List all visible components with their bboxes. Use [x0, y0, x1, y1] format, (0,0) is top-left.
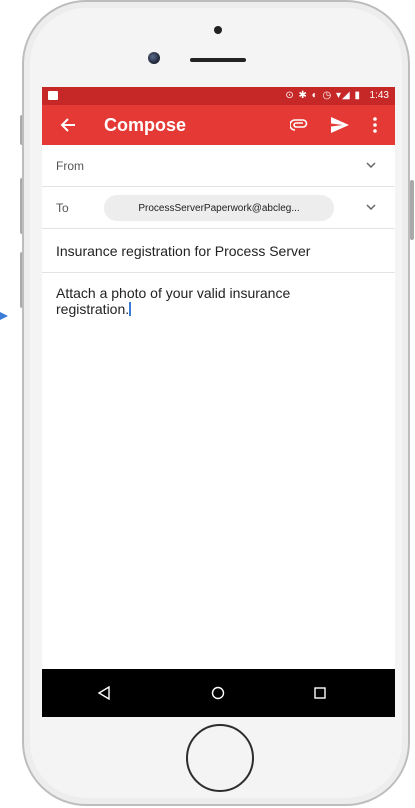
chevron-down-icon[interactable] [365, 201, 377, 213]
status-bar: ⊙ ✱ ◐ ◷ ▾◢ ▮ 1:43 [42, 87, 395, 105]
send-icon[interactable] [330, 115, 350, 135]
status-time: 1:43 [369, 90, 389, 101]
pointer-arrow-icon [0, 312, 8, 320]
back-arrow-icon[interactable] [58, 115, 78, 135]
subject-field[interactable]: Insurance registration for Process Serve… [56, 243, 310, 259]
recipient-chip[interactable]: ProcessServerPaperwork@abcleg... [104, 195, 334, 221]
home-button[interactable] [186, 724, 254, 792]
from-label: From [56, 159, 84, 173]
chevron-down-icon[interactable] [365, 159, 377, 171]
attach-icon[interactable] [289, 115, 309, 135]
subject-row[interactable]: Insurance registration for Process Serve… [42, 229, 395, 273]
page-title: Compose [104, 115, 187, 135]
proximity-sensor [214, 26, 222, 34]
nav-back-icon[interactable] [94, 683, 114, 703]
front-camera [148, 52, 160, 64]
text-caret [129, 302, 132, 316]
app-bar: Compose [42, 105, 395, 145]
from-row[interactable]: From [42, 145, 395, 187]
body-field[interactable]: Attach a photo of your valid insurance r… [56, 285, 366, 317]
nav-bar [42, 669, 395, 717]
phone-screen: ⊙ ✱ ◐ ◷ ▾◢ ▮ 1:43 Compose From To Proces… [42, 87, 395, 717]
nav-home-icon[interactable] [208, 683, 228, 703]
power-button [410, 180, 414, 240]
to-row[interactable]: To ProcessServerPaperwork@abcleg... [42, 187, 395, 229]
earpiece-speaker [190, 58, 246, 62]
status-icons: ⊙ ✱ ◐ ◷ ▾◢ ▮ [285, 90, 361, 101]
to-label: To [56, 201, 69, 215]
nav-recents-icon[interactable] [310, 683, 330, 703]
body-text: Attach a photo of your valid insurance r… [56, 285, 291, 317]
more-vert-icon[interactable] [368, 115, 382, 135]
notification-image-icon [48, 91, 58, 100]
